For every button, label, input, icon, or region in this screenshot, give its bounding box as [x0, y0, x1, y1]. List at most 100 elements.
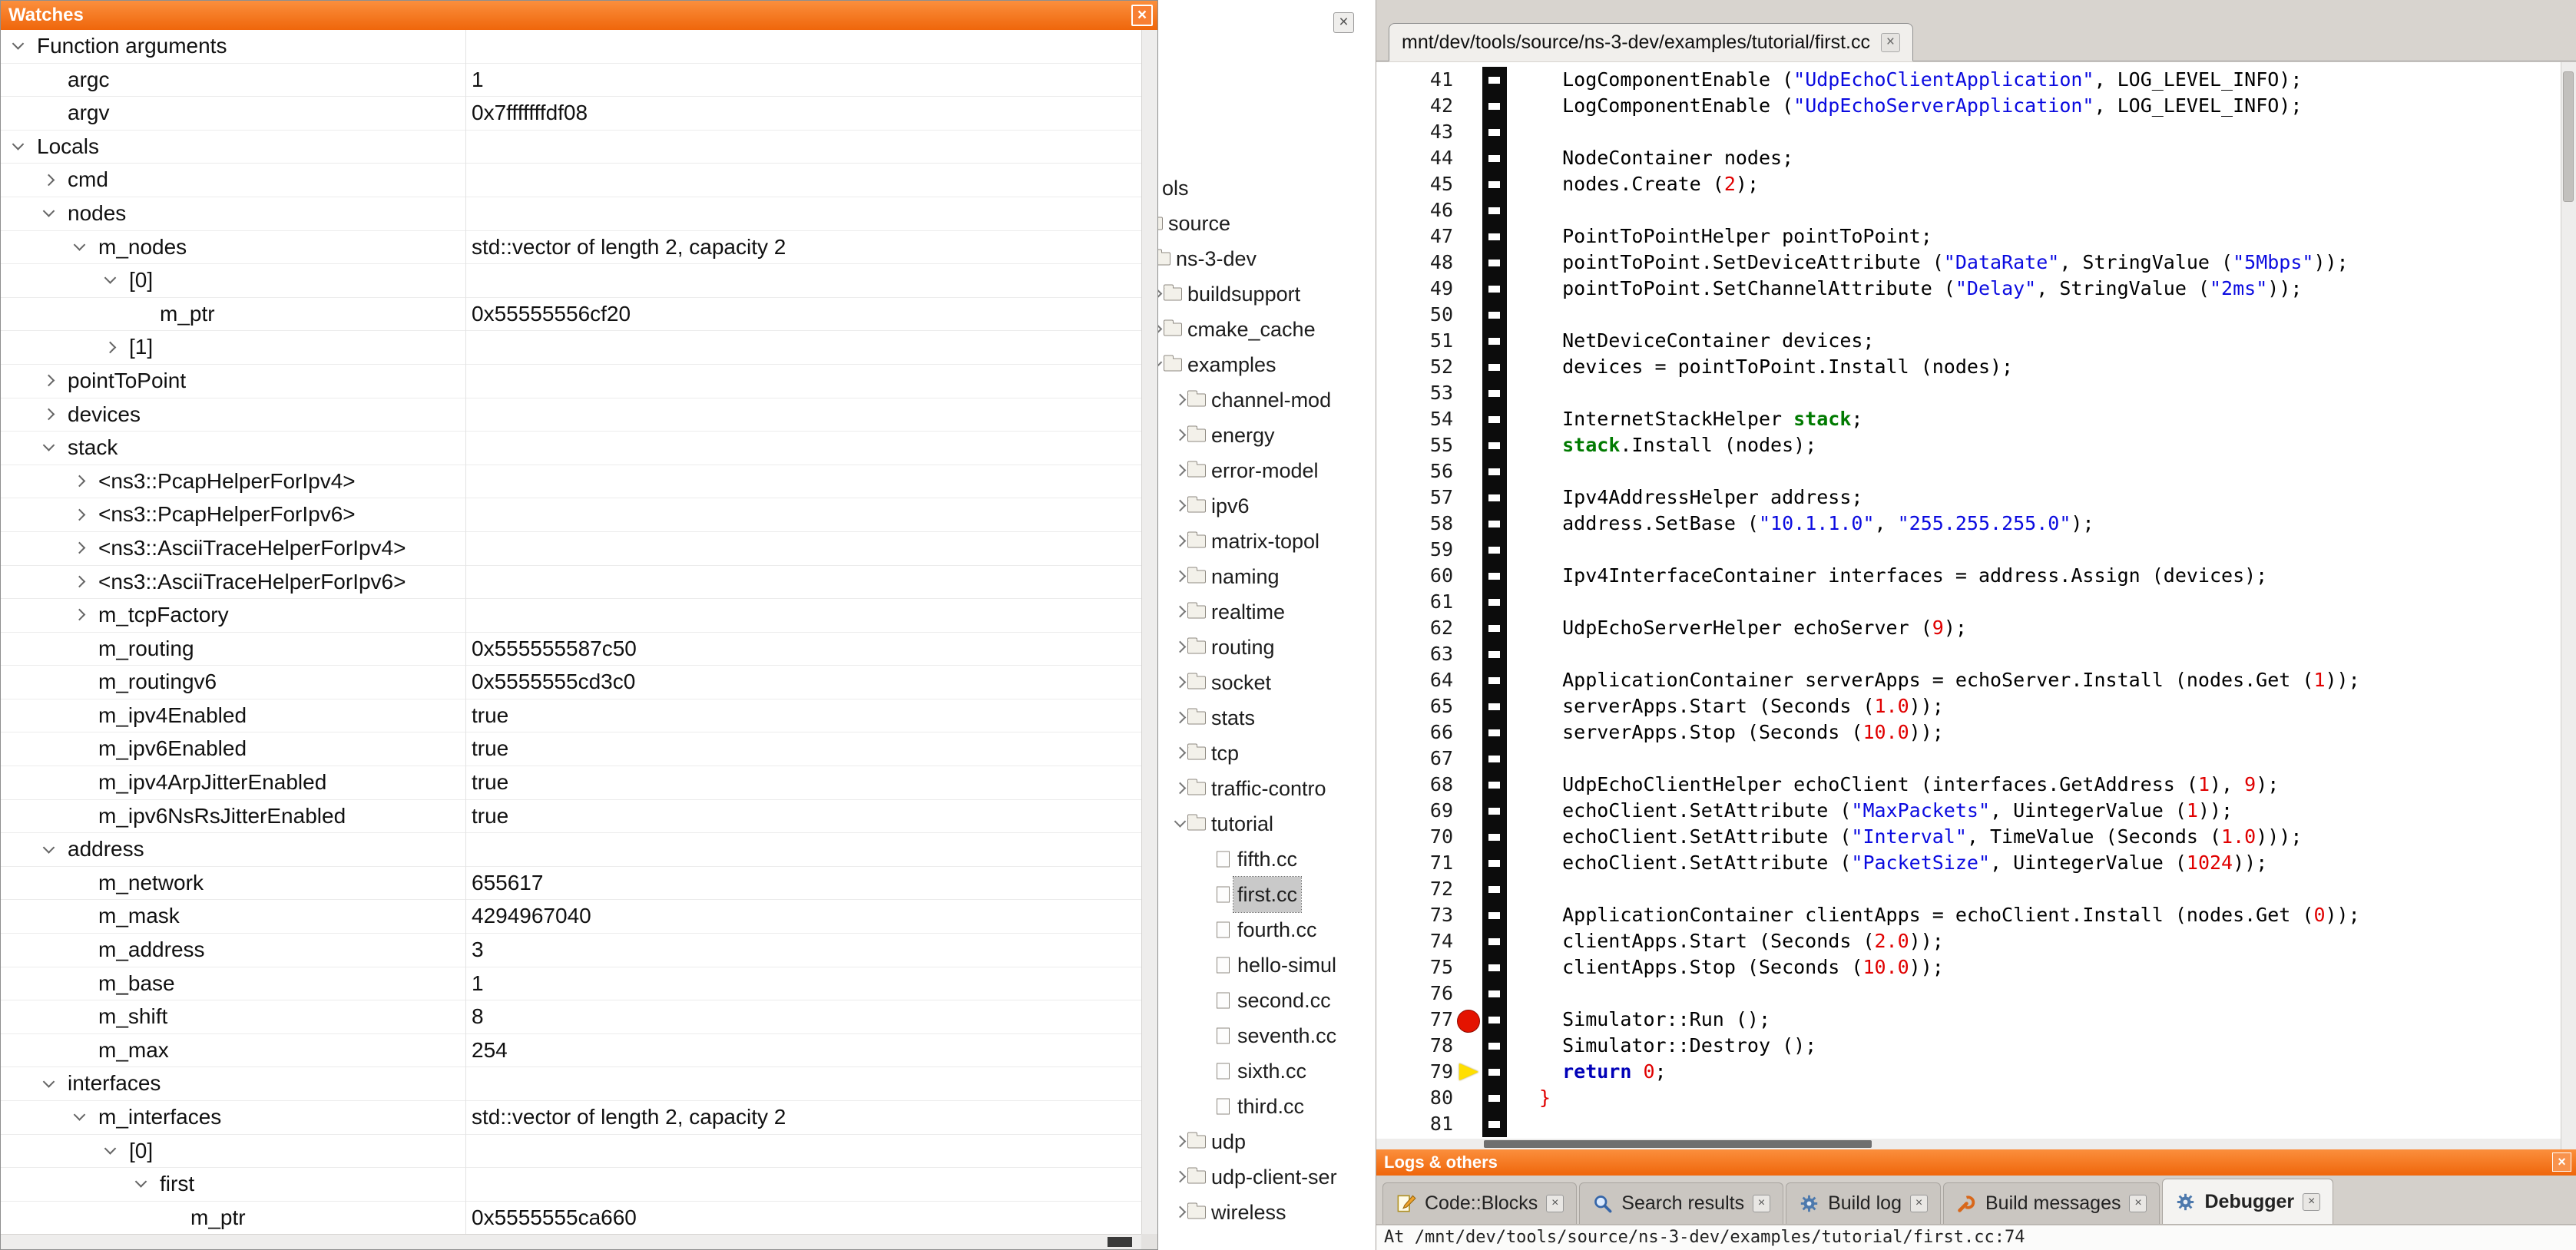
watches-rows[interactable]: Function argumentsargc1argv0x7fffffffdf0… [1, 30, 1143, 1235]
chevron-right-icon[interactable] [1174, 500, 1187, 512]
breakpoint-margin[interactable] [1462, 824, 1482, 850]
watch-row-stack[interactable]: stack [1, 432, 1143, 465]
watch-row-m-nodes[interactable]: m_nodesstd::vector of length 2, capacity… [1, 231, 1143, 265]
chevron-right-icon[interactable] [1174, 747, 1187, 759]
chevron-right-icon[interactable] [1174, 1136, 1187, 1148]
breakpoint-margin[interactable] [1462, 850, 1482, 876]
watch-row-address[interactable]: address [1, 833, 1143, 867]
breakpoint-margin[interactable] [1462, 902, 1482, 928]
breakpoint-margin[interactable] [1462, 719, 1482, 746]
chevron-right-icon[interactable] [74, 475, 86, 488]
line-number[interactable]: 60 [1376, 563, 1462, 589]
breakpoint-margin[interactable] [1462, 119, 1482, 145]
chevron-right-icon[interactable] [1174, 1171, 1187, 1183]
watch-row-0[interactable]: [0] [1, 264, 1143, 298]
watch-row-m-routing[interactable]: m_routing0x555555587c50 [1, 633, 1143, 666]
breakpoint-margin[interactable] [1462, 511, 1482, 537]
breakpoint-margin[interactable] [1462, 615, 1482, 641]
chevron-right-icon[interactable] [1174, 429, 1187, 441]
line-number[interactable]: 42 [1376, 93, 1462, 119]
breakpoint-margin[interactable] [1462, 1111, 1482, 1137]
chevron-down-icon[interactable] [12, 38, 25, 50]
chevron-right-icon[interactable] [1174, 782, 1187, 795]
breakpoint-margin[interactable] [1462, 223, 1482, 250]
watches-titlebar[interactable]: Watches × [1, 1, 1157, 30]
line-number[interactable]: 61 [1376, 589, 1462, 615]
line-number[interactable]: 78 [1376, 1033, 1462, 1059]
line-number[interactable]: 55 [1376, 432, 1462, 458]
watch-row-first[interactable]: first [1, 1168, 1143, 1202]
close-icon[interactable]: × [2129, 1195, 2147, 1212]
line-number[interactable]: 65 [1376, 693, 1462, 719]
line-number[interactable]: 70 [1376, 824, 1462, 850]
line-number[interactable]: 58 [1376, 511, 1462, 537]
watch-row-m-network[interactable]: m_network655617 [1, 867, 1143, 901]
line-number[interactable]: 74 [1376, 928, 1462, 954]
chevron-down-icon[interactable] [1174, 815, 1187, 828]
line-number[interactable]: 66 [1376, 719, 1462, 746]
line-number[interactable]: 72 [1376, 876, 1462, 902]
watch-row-ns3-asciitracehelperforipv4[interactable]: <ns3::AsciiTraceHelperForIpv4> [1, 532, 1143, 566]
breakpoint-margin[interactable] [1462, 171, 1482, 197]
watch-row-m-ptr[interactable]: m_ptr0x55555556cf20 [1, 298, 1143, 332]
line-number[interactable]: 57 [1376, 484, 1462, 511]
line-number[interactable]: 75 [1376, 954, 1462, 980]
line-number[interactable]: 53 [1376, 380, 1462, 406]
watch-row-interfaces[interactable]: interfaces [1, 1067, 1143, 1101]
logs-tab-build-log[interactable]: Build log× [1786, 1182, 1941, 1224]
watches-vertical-scrollbar[interactable] [1141, 30, 1157, 1234]
breakpoint-margin[interactable] [1462, 93, 1482, 119]
breakpoint-margin[interactable] [1462, 1033, 1482, 1059]
code-editor[interactable]: 41 LogComponentEnable ("UdpEchoClientApp… [1376, 62, 2561, 1139]
line-number[interactable]: 79 [1376, 1059, 1462, 1085]
close-icon[interactable]: × [2552, 1152, 2571, 1172]
breakpoint-icon[interactable] [1462, 1007, 1482, 1033]
watch-row-m-ipv4enabled[interactable]: m_ipv4Enabledtrue [1, 699, 1143, 733]
breakpoint-margin[interactable] [1462, 980, 1482, 1007]
chevron-right-icon[interactable] [43, 174, 55, 186]
watch-row-function-arguments[interactable]: Function arguments [1, 30, 1143, 64]
watch-row-nodes[interactable]: nodes [1, 197, 1143, 231]
breakpoint-margin[interactable] [1462, 380, 1482, 406]
watch-row-ns3-pcaphelperforipv6[interactable]: <ns3::PcapHelperForIpv6> [1, 498, 1143, 532]
watch-row-m-ipv4arpjitterenabled[interactable]: m_ipv4ArpJitterEnabledtrue [1, 766, 1143, 800]
logs-tab-code-blocks[interactable]: Code::Blocks× [1382, 1182, 1577, 1224]
chevron-right-icon[interactable] [74, 508, 86, 521]
breakpoint-margin[interactable] [1462, 1085, 1482, 1111]
watch-row-m-max[interactable]: m_max254 [1, 1034, 1143, 1068]
breakpoint-margin[interactable] [1462, 667, 1482, 693]
watch-row-m-mask[interactable]: m_mask4294967040 [1, 900, 1143, 934]
breakpoint-margin[interactable] [1462, 798, 1482, 824]
breakpoint-margin[interactable] [1462, 772, 1482, 798]
chevron-right-icon[interactable] [1174, 712, 1187, 724]
line-number[interactable]: 69 [1376, 798, 1462, 824]
chevron-right-icon[interactable] [1174, 394, 1187, 406]
close-icon[interactable]: × [1333, 12, 1354, 33]
line-number[interactable]: 46 [1376, 197, 1462, 223]
chevron-down-icon[interactable] [43, 440, 55, 452]
line-number[interactable]: 56 [1376, 458, 1462, 484]
editor-horizontal-scrollbar[interactable] [1376, 1139, 2561, 1149]
chevron-right-icon[interactable] [74, 575, 86, 587]
watch-row-devices[interactable]: devices [1, 398, 1143, 432]
line-number[interactable]: 81 [1376, 1111, 1462, 1137]
chevron-right-icon[interactable] [74, 542, 86, 554]
breakpoint-margin[interactable] [1462, 145, 1482, 171]
chevron-right-icon[interactable] [1174, 570, 1187, 583]
chevron-down-icon[interactable] [12, 138, 25, 150]
watch-row-m-base[interactable]: m_base1 [1, 967, 1143, 1001]
breakpoint-margin[interactable] [1462, 954, 1482, 980]
close-icon[interactable]: × [1910, 1195, 1928, 1212]
breakpoint-margin[interactable] [1462, 641, 1482, 667]
breakpoint-margin[interactable] [1462, 302, 1482, 328]
scrollbar-thumb[interactable] [1484, 1140, 1872, 1148]
chevron-right-icon[interactable] [1174, 641, 1187, 653]
watch-row-ns3-pcaphelperforipv4[interactable]: <ns3::PcapHelperForIpv4> [1, 465, 1143, 499]
line-number[interactable]: 63 [1376, 641, 1462, 667]
watch-row-m-ptr[interactable]: m_ptr0x5555555ca660 [1, 1202, 1143, 1235]
chevron-down-icon[interactable] [104, 273, 117, 285]
line-number[interactable]: 49 [1376, 276, 1462, 302]
close-icon[interactable]: × [1881, 33, 1900, 52]
chevron-right-icon[interactable] [43, 375, 55, 387]
line-number[interactable]: 48 [1376, 250, 1462, 276]
